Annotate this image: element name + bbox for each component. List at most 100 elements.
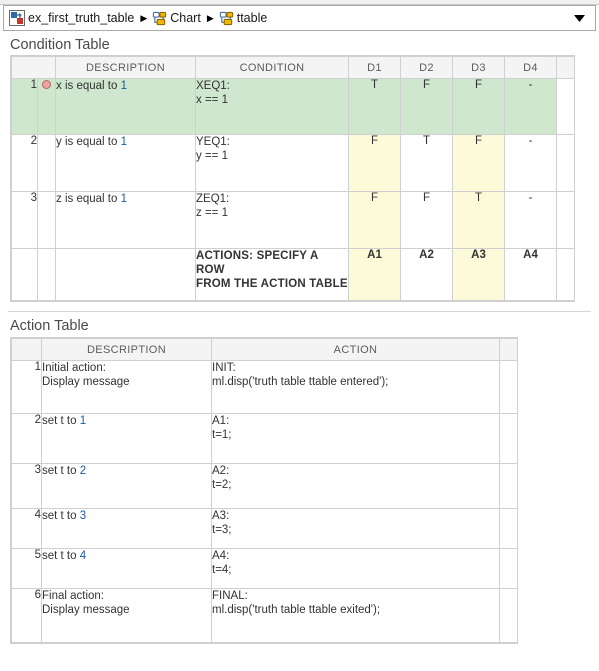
condition-decision-d4[interactable]: -: [504, 134, 557, 192]
condition-decision-d4[interactable]: -: [504, 78, 557, 135]
action-code[interactable]: FINAL: ml.disp('truth table ttable exite…: [211, 588, 500, 643]
condition-expression[interactable]: XEQ1: x == 1: [195, 78, 349, 135]
action-table-header-row: DESCRIPTION ACTION: [11, 338, 518, 361]
table-row[interactable]: 4 set t to 3 A3: t=3;: [11, 508, 518, 549]
action-col-header-action[interactable]: ACTION: [211, 338, 500, 361]
stateflow-chart-icon: [152, 11, 167, 26]
action-code[interactable]: A1: t=1;: [211, 413, 500, 464]
condition-table: DESCRIPTION CONDITION D1 D2 D3 D4 1 x is…: [11, 56, 575, 301]
condition-row-tail: [556, 78, 575, 135]
action-row-number: 5: [11, 548, 42, 589]
table-row[interactable]: 1 x is equal to 1 XEQ1: x == 1 T F F -: [11, 78, 575, 135]
chevron-down-icon[interactable]: [571, 9, 587, 27]
action-table-title: Action Table: [10, 318, 89, 334]
condition-col-header-description[interactable]: DESCRIPTION: [55, 56, 196, 79]
breadcrumb-label-ttable: ttable: [236, 10, 268, 25]
breakpoint-icon[interactable]: [37, 78, 56, 135]
action-col-header-tail: [499, 338, 518, 361]
action-description[interactable]: set t to 4: [41, 548, 212, 589]
condition-decision-d2[interactable]: F: [400, 191, 453, 249]
action-code[interactable]: A2: t=2;: [211, 463, 500, 509]
action-description[interactable]: set t to 2: [41, 463, 212, 509]
actions-instruction-line1: ACTIONS: SPECIFY A ROW: [196, 250, 319, 276]
breadcrumb-label-chart: Chart: [170, 10, 201, 25]
breakpoint-dot: [42, 80, 51, 89]
condition-decision-d3[interactable]: T: [452, 191, 505, 249]
condition-expr: x == 1: [196, 94, 228, 106]
condition-description[interactable]: z is equal to 1: [55, 191, 196, 249]
condition-col-header-tail: [556, 56, 575, 79]
condition-col-header-d4[interactable]: D4: [504, 56, 557, 79]
action-assignment-d2[interactable]: A2: [400, 248, 453, 301]
table-row[interactable]: 1 Initial action: Display message INIT: …: [11, 360, 518, 414]
breakpoint-slot[interactable]: [37, 191, 56, 249]
condition-expression[interactable]: ZEQ1: z == 1: [195, 191, 349, 249]
table-row[interactable]: 5 set t to 4 A4: t=4;: [11, 548, 518, 589]
actions-instruction-line2: FROM THE ACTION TABLE: [196, 278, 348, 290]
table-row[interactable]: 3 set t to 2 A2: t=2;: [11, 463, 518, 509]
action-table: DESCRIPTION ACTION 1 Initial action: Dis…: [11, 338, 518, 643]
condition-decision-d2[interactable]: T: [400, 134, 453, 192]
action-description-line2: Display message: [42, 376, 130, 388]
table-row[interactable]: 3 z is equal to 1 ZEQ1: z == 1 F F T -: [11, 191, 575, 249]
action-col-header-blank: [11, 338, 42, 361]
condition-expr: z == 1: [196, 207, 228, 219]
truth-table-icon: [219, 11, 234, 26]
condition-decision-d3[interactable]: F: [452, 134, 505, 192]
table-row[interactable]: 2 set t to 1 A1: t=1;: [11, 413, 518, 464]
condition-row-tail: [556, 134, 575, 192]
numeric-literal: 1: [79, 415, 87, 427]
condition-decision-d4[interactable]: -: [504, 191, 557, 249]
action-code-body: t=1;: [212, 429, 232, 441]
actions-row-tail: [556, 248, 575, 301]
numeric-literal: 3: [79, 510, 87, 522]
action-description[interactable]: set t to 1: [41, 413, 212, 464]
numeric-literal: 4: [79, 550, 87, 562]
condition-expression[interactable]: YEQ1: y == 1: [195, 134, 349, 192]
condition-decision-d1[interactable]: T: [348, 78, 401, 135]
breakpoint-slot[interactable]: [37, 134, 56, 192]
breadcrumb-item-chart[interactable]: Chart: [152, 6, 201, 30]
action-assignment-d1[interactable]: A1: [348, 248, 401, 301]
condition-row-number: 1: [11, 78, 38, 135]
condition-table-title: Condition Table: [10, 37, 110, 53]
action-code-label: FINAL:: [212, 590, 248, 602]
condition-actions-row[interactable]: ACTIONS: SPECIFY A ROW FROM THE ACTION T…: [11, 248, 575, 301]
action-row-tail: [499, 508, 518, 549]
actions-breakpoint-slot: [37, 248, 56, 301]
action-assignment-d4[interactable]: A4: [504, 248, 557, 301]
action-code-label: A1:: [212, 415, 230, 427]
condition-col-header-d1[interactable]: D1: [348, 56, 401, 79]
action-row-tail: [499, 413, 518, 464]
numeric-literal: 1: [120, 80, 127, 92]
condition-label: XEQ1:: [196, 80, 230, 92]
action-assignment-d3[interactable]: A3: [452, 248, 505, 301]
breadcrumb-item-model[interactable]: ex_first_truth_table: [9, 6, 134, 30]
action-description-line2: Display message: [42, 604, 130, 616]
condition-decision-d2[interactable]: F: [400, 78, 453, 135]
action-description-line1: set t to 3: [42, 510, 87, 522]
condition-col-header-condition[interactable]: CONDITION: [195, 56, 349, 79]
table-row[interactable]: 6 Final action: Display message FINAL: m…: [11, 588, 518, 643]
breadcrumb-item-ttable[interactable]: ttable: [219, 6, 268, 30]
simulink-model-icon: [9, 10, 25, 26]
action-row-tail: [499, 588, 518, 643]
condition-description[interactable]: x is equal to 1: [55, 78, 196, 135]
action-description[interactable]: Initial action: Display message: [41, 360, 212, 414]
action-code[interactable]: INIT: ml.disp('truth table ttable entere…: [211, 360, 500, 414]
action-col-header-description[interactable]: DESCRIPTION: [41, 338, 212, 361]
breadcrumb-separator-1: ▶: [140, 12, 148, 23]
condition-col-header-d2[interactable]: D2: [400, 56, 453, 79]
breadcrumb-label-model: ex_first_truth_table: [28, 10, 135, 25]
action-code-label: A2:: [212, 465, 230, 477]
action-description[interactable]: Final action: Display message: [41, 588, 212, 643]
table-row[interactable]: 2 y is equal to 1 YEQ1: y == 1 F T F -: [11, 134, 575, 192]
condition-decision-d1[interactable]: F: [348, 191, 401, 249]
condition-decision-d3[interactable]: F: [452, 78, 505, 135]
condition-description[interactable]: y is equal to 1: [55, 134, 196, 192]
condition-col-header-d3[interactable]: D3: [452, 56, 505, 79]
condition-decision-d1[interactable]: F: [348, 134, 401, 192]
action-code[interactable]: A3: t=3;: [211, 508, 500, 549]
action-code[interactable]: A4: t=4;: [211, 548, 500, 589]
action-description[interactable]: set t to 3: [41, 508, 212, 549]
